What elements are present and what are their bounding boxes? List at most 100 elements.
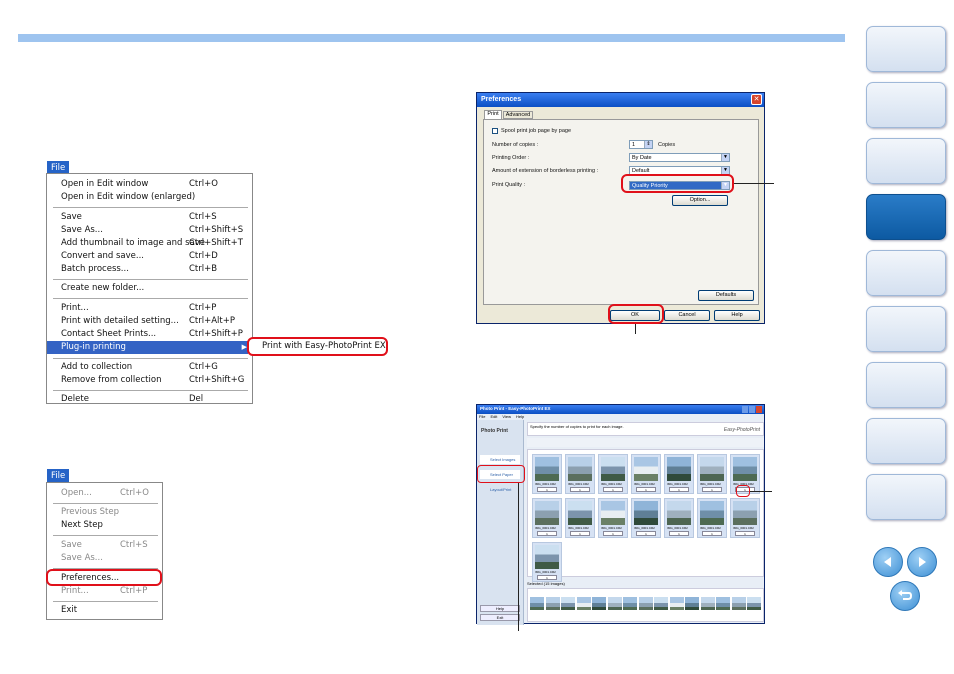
nav-tab-7[interactable]: [866, 362, 946, 408]
selected-thumbnail[interactable]: [716, 597, 730, 610]
nav-tab-1[interactable]: [866, 26, 946, 72]
image-thumbnail[interactable]: IMG_0001.CR2 1: [598, 454, 628, 494]
file-menu2: Open... Ctrl+O Previous Step Next Step Sa…: [46, 482, 163, 620]
help-button[interactable]: Help: [714, 310, 760, 321]
selected-thumbnail[interactable]: [592, 597, 606, 610]
callout-line-ok: [635, 324, 636, 334]
copies-field[interactable]: 1 ⇕: [629, 140, 653, 149]
image-thumbnail[interactable]: IMG_0001.CR2 1: [631, 454, 661, 494]
image-thumbnail[interactable]: IMG_0001.CR2 1: [565, 454, 595, 494]
image-thumbnail[interactable]: IMG_0001.CR2 1: [532, 454, 562, 494]
selected-strip: [527, 588, 764, 622]
file-menu2-title[interactable]: File: [47, 469, 70, 483]
image-thumbnail[interactable]: IMG_0001.CR2 1: [730, 498, 760, 538]
menu2-item-next[interactable]: Next Step: [47, 519, 162, 532]
defaults-button[interactable]: Defaults: [698, 290, 754, 301]
instruction-text: Specify the number of copies to print fo…: [530, 424, 624, 429]
selected-thumbnail[interactable]: [561, 597, 575, 610]
menu-item-batch[interactable]: Batch process... Ctrl+B: [47, 263, 252, 276]
step-select-images[interactable]: Select Images: [480, 455, 520, 464]
image-thumbnail[interactable]: IMG_0001.CR2 1: [532, 498, 562, 538]
nav-tab-3[interactable]: [866, 138, 946, 184]
image-thumbnail[interactable]: IMG_0001.CR2 1: [565, 498, 595, 538]
image-thumbnail[interactable]: IMG_0001.CR2 1: [697, 454, 727, 494]
highlight-copies: [736, 485, 750, 497]
nav-tab-5[interactable]: [866, 250, 946, 296]
menu2-item-exit[interactable]: Exit: [47, 604, 162, 617]
selected-thumbnail[interactable]: [731, 597, 746, 610]
image-thumbnail[interactable]: IMG_0001.CR2 1: [664, 498, 694, 538]
window-controls[interactable]: [742, 406, 762, 413]
menu-help[interactable]: Help: [516, 414, 524, 419]
selected-thumbnail[interactable]: [638, 597, 653, 610]
selected-thumbnail[interactable]: [669, 597, 684, 610]
epp-toolbar: [527, 438, 764, 447]
arrow-left-icon: [884, 557, 891, 567]
close-icon[interactable]: ✕: [751, 94, 762, 105]
selected-thumbnail[interactable]: [747, 597, 761, 610]
highlight-quality: [621, 174, 734, 193]
nav-tab-4[interactable]: [866, 194, 946, 240]
menu-item-add-collection[interactable]: Add to collection Ctrl+G: [47, 361, 252, 374]
selected-thumbnail[interactable]: [700, 597, 715, 610]
epp-exit-button[interactable]: Exit: [480, 614, 520, 621]
image-thumbnail[interactable]: IMG_0001.CR2 1: [598, 498, 628, 538]
nav-tab-2[interactable]: [866, 82, 946, 128]
menu-view[interactable]: View: [502, 414, 511, 419]
callout-line-quality: [734, 183, 774, 184]
image-thumbnail[interactable]: IMG_0001.CR2 1: [664, 454, 694, 494]
highlight-submenu: [247, 337, 388, 356]
image-thumbnail[interactable]: IMG_0001.CR2 1: [532, 542, 562, 582]
menu-item-print-detailed[interactable]: Print with detailed setting... Ctrl+Alt+P: [47, 315, 252, 328]
menu2-item-save-as: Save As...: [61, 553, 103, 563]
menu-item-plugin-printing[interactable]: Plug-in printing ▶: [47, 341, 252, 354]
quality-label: Print Quality :: [492, 182, 526, 188]
menu-item-save[interactable]: Save Ctrl+S: [47, 211, 252, 224]
nav-tab-6[interactable]: [866, 306, 946, 352]
callout-line-copies: [750, 491, 772, 492]
spool-checkbox[interactable]: [492, 128, 498, 134]
menu-file[interactable]: File: [479, 414, 485, 419]
preferences-dialog: Preferences ✕ Print Advanced Spool print…: [476, 92, 765, 324]
menu2-item-print: Print... Ctrl+P: [61, 586, 148, 596]
menu-item-print[interactable]: Print... Ctrl+P: [47, 302, 252, 315]
selected-thumbnail[interactable]: [654, 597, 668, 610]
prev-page-button[interactable]: [873, 547, 903, 577]
menu-item-convert-save[interactable]: Convert and save... Ctrl+D: [47, 250, 252, 263]
highlight-preferences: [46, 569, 162, 586]
image-thumbnail[interactable]: IMG_0001.CR2 1: [697, 498, 727, 538]
tab-panel: Spool print job page by page Number of c…: [483, 119, 759, 305]
selected-thumbnail[interactable]: [530, 597, 544, 610]
thumbnail-grid: IMG_0001.CR2 1 IMG_0001.CR2 1 IMG_0001.CR2 1 I…: [527, 449, 764, 582]
image-thumbnail[interactable]: IMG_0001.CR2 1: [631, 498, 661, 538]
callout-line-paper: [518, 483, 519, 631]
tab-advanced[interactable]: Advanced: [503, 111, 533, 119]
selected-thumbnail[interactable]: [576, 597, 591, 610]
cancel-button[interactable]: Cancel: [664, 310, 710, 321]
menu-item-delete[interactable]: Delete Del: [47, 393, 252, 406]
nav-tab-9[interactable]: [866, 474, 946, 520]
menu-item-add-thumbnail[interactable]: Add thumbnail to image and save Ctrl+Shif…: [47, 237, 252, 250]
selected-thumbnail[interactable]: [685, 597, 699, 610]
menu-item-save-as[interactable]: Save As... Ctrl+Shift+S: [47, 224, 252, 237]
selected-count: Selected (15 images): [527, 581, 565, 586]
selected-thumbnail[interactable]: [607, 597, 622, 610]
brand-logo: Easy-PhotoPrint: [723, 427, 760, 433]
option-button[interactable]: Option...: [672, 195, 728, 206]
step-layout-print[interactable]: Layout/Print: [480, 485, 520, 494]
selected-thumbnail[interactable]: [623, 597, 637, 610]
menu-item-new-folder[interactable]: Create new folder...: [47, 282, 252, 295]
epp-help-button[interactable]: Help: [480, 605, 520, 612]
tab-print[interactable]: Print: [484, 110, 502, 119]
order-select[interactable]: By Date ▼: [629, 153, 730, 162]
return-button[interactable]: [890, 581, 920, 611]
highlight-select-paper: [477, 465, 525, 483]
menu-edit[interactable]: Edit: [490, 414, 497, 419]
menu-item-remove-collection[interactable]: Remove from collection Ctrl+Shift+G: [47, 374, 252, 387]
menu-item-open-edit[interactable]: Open in Edit window Ctrl+O: [47, 178, 252, 191]
menu-item-contact-sheet[interactable]: Contact Sheet Prints... Ctrl+Shift+P: [47, 328, 252, 341]
nav-tab-8[interactable]: [866, 418, 946, 464]
selected-thumbnail[interactable]: [545, 597, 560, 610]
menu-item-open-edit-enlarged[interactable]: Open in Edit window (enlarged): [47, 191, 252, 204]
next-page-button[interactable]: [907, 547, 937, 577]
